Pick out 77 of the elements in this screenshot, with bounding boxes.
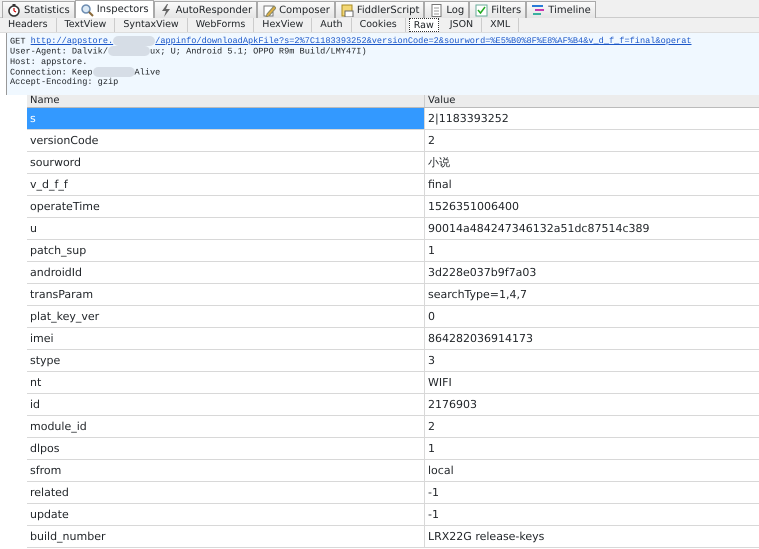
table-cell[interactable]: operateTime (27, 196, 425, 217)
table-cell[interactable]: 2 (425, 130, 759, 151)
tab[interactable]: FiddlerScript (334, 1, 424, 18)
table-cell[interactable]: versionCode (27, 130, 425, 151)
column-header[interactable]: Name (27, 95, 425, 107)
table-cell[interactable]: transParam (27, 284, 425, 305)
table-cell[interactable]: plat_key_ver (27, 306, 425, 327)
search-icon (80, 2, 94, 16)
table-cell[interactable]: module_id (27, 416, 425, 437)
table-cell[interactable]: -1 (425, 504, 759, 525)
request-text: Alive (134, 66, 160, 77)
table-cell[interactable]: dlpos (27, 438, 425, 459)
table-cell[interactable]: sfrom (27, 460, 425, 481)
table-cell[interactable]: 1 (425, 240, 759, 261)
tab[interactable]: HexView (254, 18, 312, 32)
tab[interactable]: Headers (0, 18, 57, 32)
table-cell[interactable]: build_number (27, 526, 425, 547)
table-cell[interactable]: u (27, 218, 425, 239)
table-cell[interactable]: 3d228e037b9f7a03 (425, 262, 759, 283)
tab[interactable]: WebForms (188, 18, 254, 32)
request-text: ux; U; Android 5.1; OPPO R9m Build/LMY47I) (150, 46, 367, 57)
table-cell[interactable]: v_d_f_f (27, 174, 425, 195)
blurred-mask (108, 46, 150, 56)
blurred-mask (92, 66, 135, 77)
column-header[interactable]: Value (425, 95, 759, 107)
table-cell[interactable]: imei (27, 328, 425, 349)
table-cell[interactable]: androidId (27, 262, 425, 283)
table-cell[interactable]: 1526351006400 (425, 196, 759, 217)
table-cell[interactable]: stype (27, 350, 425, 371)
table-cell[interactable]: 3 (425, 350, 759, 371)
request-text: GET (10, 36, 26, 46)
checkbox-icon (474, 3, 488, 17)
timeline-icon (531, 3, 546, 17)
tab[interactable]: JSON (442, 18, 482, 32)
tab[interactable]: Filters (469, 1, 526, 18)
table-cell[interactable]: searchType=1,4,7 (425, 284, 759, 305)
tab[interactable]: Inspectors (74, 0, 154, 18)
table-cell[interactable]: update (27, 504, 425, 525)
table-cell[interactable]: patch_sup (27, 240, 425, 261)
tab[interactable]: Composer (257, 1, 335, 18)
tab[interactable]: SyntaxView (115, 18, 188, 32)
table-cell[interactable]: 2176903 (425, 394, 759, 415)
tab[interactable]: Log (424, 1, 470, 18)
raw-request-panel[interactable] (6, 33, 759, 95)
stopwatch-icon (7, 3, 21, 17)
tab[interactable]: AutoResponder (154, 1, 258, 18)
document-icon (429, 3, 444, 17)
request-text: Connection: Keep (10, 66, 93, 77)
table-cell[interactable]: 小说 (425, 152, 759, 173)
script-icon (340, 3, 354, 17)
table-cell[interactable]: LRX22G release-keys (425, 526, 759, 547)
table-cell[interactable]: local (425, 460, 759, 481)
tab[interactable]: Cookies (352, 18, 406, 32)
table-cell[interactable]: final (425, 174, 759, 195)
request-text: Host: appstore. (10, 56, 88, 67)
tab[interactable]: Auth (312, 18, 352, 32)
table-cell[interactable]: 864282036914173 (425, 328, 759, 349)
tab[interactable]: Statistics (2, 1, 75, 18)
table-cell[interactable]: sourword (27, 152, 425, 173)
table-cell[interactable]: 2|1183393252 (425, 108, 759, 129)
request-text: Accept-Encoding: gzip (10, 76, 118, 87)
table-cell[interactable]: related (27, 482, 425, 503)
tab[interactable]: Raw (408, 18, 439, 32)
request-text: User-Agent: Dalvik/ (10, 46, 108, 57)
tab[interactable]: XML (482, 18, 520, 32)
table-cell[interactable]: 2 (425, 416, 759, 437)
table-cell[interactable]: 0 (425, 306, 759, 327)
request-url-link[interactable]: http://appstore. /appinfo/downloadApkFile?s=2%7C1183393252&versionCode=2&sourword=%E5%B0%8F%E8%AF%B4&v_d_f_f=final&operat (30, 36, 692, 46)
table-cell[interactable]: 90014a484247346132a51dc87514c389 (425, 218, 759, 239)
table-cell[interactable]: 1 (425, 438, 759, 459)
table-cell[interactable]: WIFI (425, 372, 759, 393)
table-cell[interactable]: id (27, 394, 425, 415)
tab[interactable]: TextView (56, 18, 116, 32)
pencil-icon (262, 3, 276, 17)
table-cell[interactable]: -1 (425, 482, 759, 503)
table-cell[interactable]: nt (27, 372, 425, 393)
tab[interactable]: Timeline (526, 1, 596, 18)
